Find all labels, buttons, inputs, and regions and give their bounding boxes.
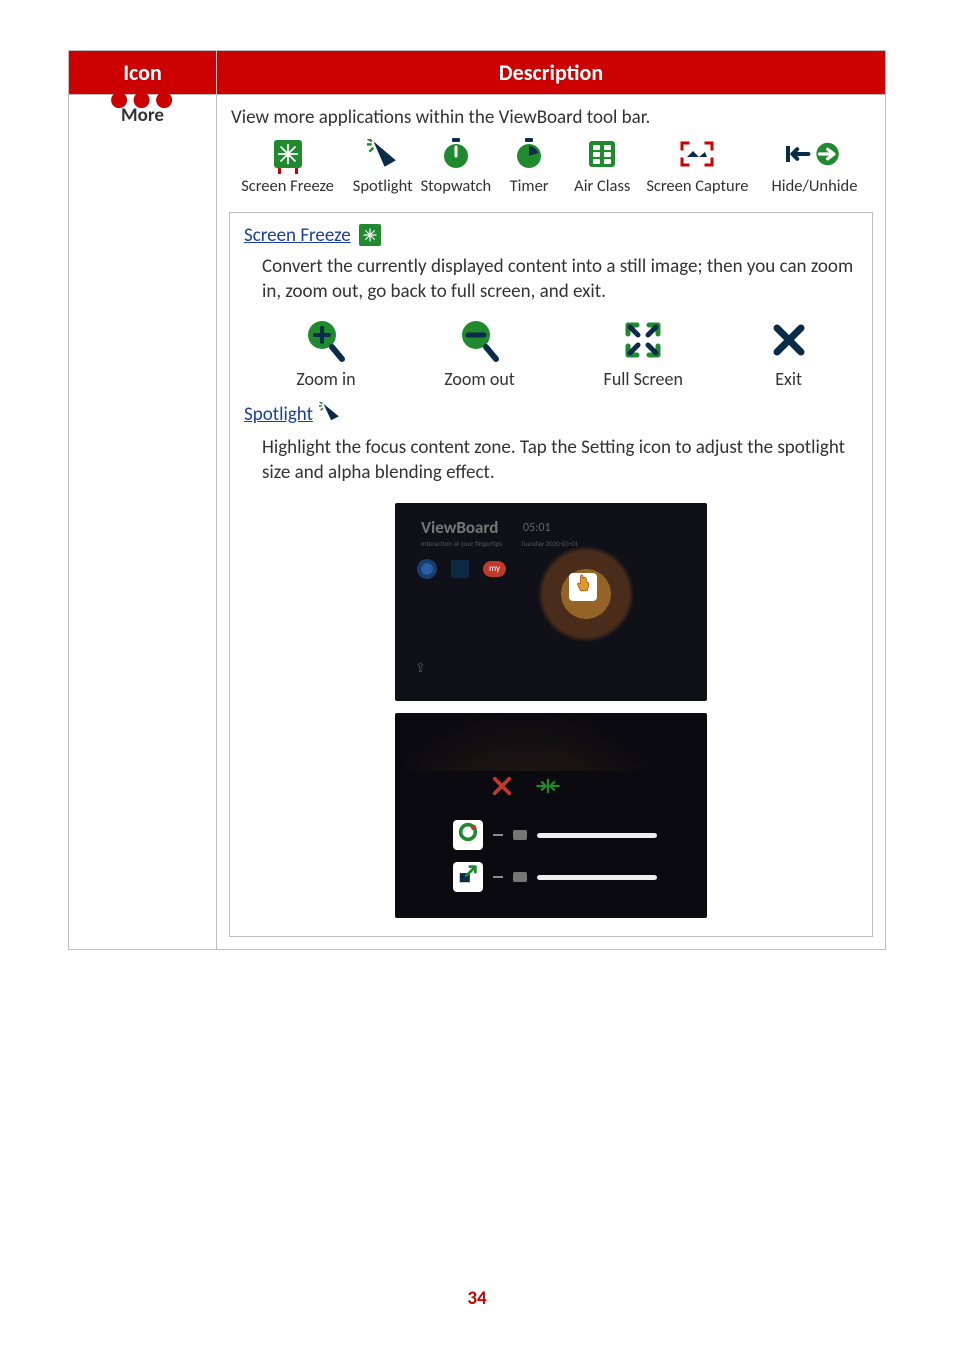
screenshot-brand: ViewBoard (421, 517, 498, 539)
screen-freeze-controls: Zoom in (244, 314, 858, 398)
tool-label: Air Class (574, 176, 630, 196)
zoom-out-label: Zoom out (444, 368, 515, 390)
row-icon-label: More (69, 103, 216, 128)
screen-freeze-icon (274, 140, 302, 175)
hand-pointer-icon (573, 574, 593, 601)
close-icon (491, 775, 513, 804)
tool-label: Timer (510, 176, 549, 196)
upload-icon: ⇪ (415, 660, 426, 677)
screen-capture-icon (679, 140, 715, 175)
full-screen-label: Full Screen (604, 368, 683, 390)
header-description: Description (217, 51, 886, 95)
tool-label: Spotlight (353, 176, 413, 196)
globe-icon (417, 559, 437, 579)
table-row: ●●● More View more applications within t… (69, 95, 886, 950)
zoom-out-icon (459, 318, 501, 369)
app-pill-icon: my (483, 561, 506, 577)
intro-text: View more applications within the ViewBo… (229, 105, 873, 136)
spotlight-heading-icon (319, 405, 341, 428)
screen-freeze-badge-icon (359, 224, 381, 246)
full-screen-icon (623, 320, 663, 367)
spotlight-screenshot: ViewBoard 05:01 Interaction at your fing… (395, 503, 707, 701)
screen-freeze-heading: Screen Freeze (244, 224, 351, 247)
screenshot-caption: Interaction at your fingertips (421, 539, 502, 548)
screen-freeze-text: Convert the currently displayed content … (244, 252, 858, 314)
exit-label: Exit (775, 368, 802, 390)
tool-label: Screen Freeze (241, 176, 334, 196)
ring-icon (457, 821, 479, 850)
page-number: 34 (0, 1287, 954, 1310)
screenshot-time: 05:01 (523, 521, 551, 537)
tool-label: Stopwatch (421, 176, 492, 196)
spotlight-icon (367, 139, 399, 176)
icon-description-table: Icon Description ●●● More View more appl… (68, 50, 886, 950)
details-box: Screen Freeze Convert the currently disp… (229, 212, 873, 937)
hide-unhide-icon (786, 140, 842, 175)
toolbar-row: Screen Freeze (229, 136, 873, 208)
resize-arrow-icon (457, 863, 479, 892)
air-class-icon (587, 139, 617, 176)
tool-label: Screen Capture (646, 176, 748, 196)
stopwatch-icon (441, 138, 471, 177)
app-icon (451, 560, 469, 578)
zoom-in-label: Zoom in (296, 368, 355, 390)
collapse-icon (535, 776, 561, 803)
spotlight-text: Highlight the focus content zone. Tap th… (244, 433, 858, 495)
tool-label: Hide/Unhide (772, 176, 858, 196)
timer-icon (514, 138, 544, 177)
zoom-in-icon (305, 318, 347, 369)
exit-icon (772, 323, 806, 364)
spotlight-heading: Spotlight (244, 403, 313, 426)
spotlight-settings-panel (395, 713, 707, 918)
